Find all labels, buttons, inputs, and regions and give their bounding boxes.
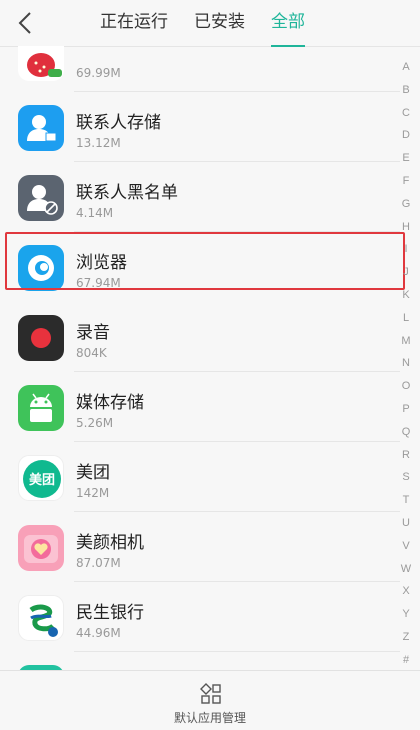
index-letter[interactable]: Y bbox=[398, 603, 414, 626]
index-letter[interactable]: L bbox=[398, 307, 414, 330]
index-letter[interactable]: I bbox=[398, 238, 414, 261]
index-letter[interactable]: U bbox=[398, 512, 414, 535]
index-letter[interactable]: T bbox=[398, 489, 414, 512]
svg-text:美团: 美团 bbox=[29, 472, 55, 488]
default-apps-icon[interactable] bbox=[200, 683, 222, 705]
chevron-left-icon[interactable] bbox=[14, 10, 38, 36]
app-size: 142M bbox=[76, 486, 110, 500]
default-apps-label[interactable]: 默认应用管理 bbox=[0, 709, 420, 726]
header: 正在运行 已安装 全部 bbox=[0, 0, 420, 47]
app-name: 联系人存储 bbox=[76, 113, 161, 133]
fruit-app-icon bbox=[18, 46, 64, 81]
list-item[interactable]: 民生银行 44.96M bbox=[0, 582, 400, 652]
index-letter[interactable]: K bbox=[398, 284, 414, 307]
app-name: 录音 bbox=[76, 323, 110, 343]
contacts-storage-icon bbox=[18, 105, 64, 151]
index-letter[interactable]: S bbox=[398, 466, 414, 489]
index-letter[interactable]: M bbox=[398, 330, 414, 353]
app-name: 美团 bbox=[76, 463, 110, 483]
list-item[interactable]: 美颜相机 87.07M bbox=[0, 512, 400, 582]
bottom-bar[interactable]: 默认应用管理 bbox=[0, 670, 420, 730]
app-size: 44.96M bbox=[76, 626, 121, 640]
beauty-camera-icon bbox=[18, 525, 64, 571]
app-size: 69.99M bbox=[76, 66, 121, 80]
app-name: 美颜相机 bbox=[76, 533, 144, 553]
highlight-box bbox=[5, 232, 405, 290]
list-item[interactable]: 69.99M bbox=[0, 46, 400, 92]
index-letter[interactable]: G bbox=[398, 193, 414, 216]
screen: 正在运行 已安装 全部 69.99M 联系人存储 13.12M 联系人黑名单 4… bbox=[0, 0, 420, 730]
recorder-icon bbox=[18, 315, 64, 361]
list-item[interactable]: 联系人存储 13.12M bbox=[0, 92, 400, 162]
app-size: 87.07M bbox=[76, 556, 121, 570]
list-item[interactable]: 媒体存储 5.26M bbox=[0, 372, 400, 442]
list-item[interactable]: 美团 美团 142M bbox=[0, 442, 400, 512]
index-letter[interactable]: N bbox=[398, 352, 414, 375]
app-size: 804K bbox=[76, 346, 107, 360]
list-item[interactable] bbox=[0, 652, 400, 670]
app-name: 联系人黑名单 bbox=[76, 183, 178, 203]
app-size: 13.12M bbox=[76, 136, 121, 150]
index-letter[interactable]: W bbox=[398, 558, 414, 581]
index-letter[interactable]: J bbox=[398, 261, 414, 284]
index-letter[interactable]: D bbox=[398, 124, 414, 147]
app-size: 5.26M bbox=[76, 416, 114, 430]
index-letter[interactable]: X bbox=[398, 580, 414, 603]
index-letter[interactable]: A bbox=[398, 56, 414, 79]
list-item[interactable]: 联系人黑名单 4.14M bbox=[0, 162, 400, 232]
tab-installed[interactable]: 已安装 bbox=[194, 0, 245, 46]
index-letter[interactable]: E bbox=[398, 147, 414, 170]
app-name: 媒体存储 bbox=[76, 393, 144, 413]
index-letter[interactable]: V bbox=[398, 535, 414, 558]
tab-all[interactable]: 全部 bbox=[271, 0, 305, 47]
minsheng-bank-icon bbox=[18, 595, 64, 641]
app-size: 4.14M bbox=[76, 206, 114, 220]
tab-bar: 正在运行 已安装 全部 bbox=[100, 0, 331, 47]
tab-running[interactable]: 正在运行 bbox=[100, 0, 168, 46]
meituan-icon: 美团 bbox=[18, 455, 64, 501]
index-letter[interactable]: P bbox=[398, 398, 414, 421]
index-letter[interactable]: # bbox=[398, 649, 414, 672]
app-name: 民生银行 bbox=[76, 603, 144, 623]
index-letter[interactable]: R bbox=[398, 444, 414, 467]
alphabet-index[interactable]: A B C D E F G H I J K L M N O P Q R S T U V W X Y Z # bbox=[398, 56, 414, 672]
index-letter[interactable]: C bbox=[398, 102, 414, 125]
list-item[interactable]: 录音 804K bbox=[0, 302, 400, 372]
index-letter[interactable]: Q bbox=[398, 421, 414, 444]
contacts-blacklist-icon bbox=[18, 175, 64, 221]
index-letter[interactable]: H bbox=[398, 216, 414, 239]
app-list[interactable]: 69.99M 联系人存储 13.12M 联系人黑名单 4.14M 浏览器 67.… bbox=[0, 46, 420, 670]
index-letter[interactable]: O bbox=[398, 375, 414, 398]
index-letter[interactable]: Z bbox=[398, 626, 414, 649]
index-letter[interactable]: F bbox=[398, 170, 414, 193]
android-icon bbox=[18, 385, 64, 431]
index-letter[interactable]: B bbox=[398, 79, 414, 102]
